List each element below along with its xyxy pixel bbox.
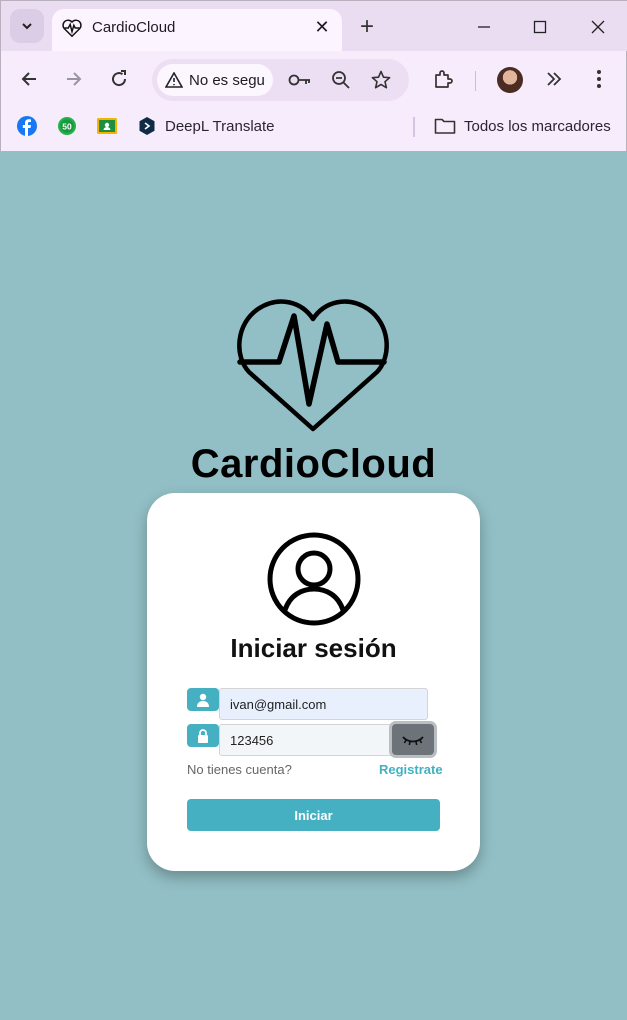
maximize-button[interactable]	[525, 13, 555, 41]
close-icon	[591, 20, 605, 34]
tab-active[interactable]: CardioCloud ✕	[52, 9, 342, 51]
security-chip[interactable]: No es segu	[157, 64, 273, 96]
puzzle-icon	[435, 70, 453, 88]
bookmark-classroom[interactable]	[97, 115, 117, 137]
profile-avatar[interactable]	[497, 67, 523, 93]
bookmark-deepl[interactable]: DeepL Translate	[137, 115, 275, 137]
svg-text:50: 50	[62, 121, 72, 131]
bookmark-facebook[interactable]	[17, 115, 37, 137]
forward-button[interactable]	[58, 63, 90, 95]
bookmarks-separator	[413, 117, 415, 137]
password-key-icon[interactable]	[288, 69, 312, 91]
email-row	[187, 688, 437, 720]
lock-icon	[198, 728, 208, 743]
all-bookmarks-button[interactable]: Todos los marcadores	[434, 115, 611, 137]
heart-pulse-icon	[237, 299, 389, 432]
back-button[interactable]	[13, 63, 45, 95]
login-title: Iniciar sesión	[230, 633, 397, 663]
reload-button[interactable]	[103, 63, 135, 95]
all-bookmarks-label: Todos los marcadores	[464, 117, 611, 135]
tab-search-button[interactable]	[10, 9, 44, 43]
close-tab-icon[interactable]: ✕	[312, 17, 332, 37]
bookmark-50[interactable]: 50	[57, 115, 77, 137]
double-chevron-right-icon	[547, 72, 562, 86]
minimize-button[interactable]	[469, 13, 499, 41]
folder-icon	[434, 118, 456, 134]
bookmark-deepl-label: DeepL Translate	[165, 117, 275, 135]
deepl-icon	[139, 117, 155, 135]
address-bar[interactable]: No es segu	[152, 59, 409, 101]
new-tab-button[interactable]: +	[353, 13, 381, 41]
menu-button[interactable]	[583, 63, 615, 95]
register-link[interactable]: Registrate	[379, 762, 443, 777]
maximize-icon	[533, 20, 547, 34]
reload-icon	[112, 70, 127, 87]
email-addon	[187, 688, 219, 711]
no-account-text: No tienes cuenta?	[187, 762, 292, 777]
kebab-menu-icon	[597, 70, 601, 88]
browser-chrome: CardioCloud ✕ + No es segu 50 DeepL Tran…	[0, 0, 627, 151]
zoom-icon[interactable]	[329, 69, 353, 91]
arrow-right-icon	[67, 72, 82, 86]
login-card: Iniciar sesión No tienes cuenta? Registr…	[147, 493, 480, 871]
email-field[interactable]	[219, 688, 428, 720]
password-addon	[187, 724, 219, 747]
close-window-button[interactable]	[583, 13, 613, 41]
browser-toolbar: No es segu	[1, 51, 627, 107]
heart-pulse-favicon-icon	[62, 19, 82, 38]
brand-name: CardioCloud	[190, 442, 437, 486]
bookmark-star-icon[interactable]	[369, 69, 393, 91]
warning-icon	[165, 72, 183, 88]
tab-title: CardioCloud	[92, 19, 176, 36]
more-tools-button[interactable]	[538, 63, 570, 95]
google-classroom-icon	[97, 118, 117, 134]
toggle-password-button[interactable]	[389, 721, 437, 758]
user-circle-icon	[267, 532, 361, 626]
eye-closed-icon	[402, 735, 424, 745]
extensions-button[interactable]	[427, 63, 459, 95]
bookmarks-bar: 50 DeepL Translate Todos los marcadores	[1, 107, 627, 147]
security-chip-label: No es segu	[189, 71, 265, 89]
toolbar-divider	[475, 71, 476, 91]
login-submit-button[interactable]: Iniciar	[187, 799, 440, 831]
arrow-left-icon	[21, 72, 36, 86]
minimize-icon	[478, 26, 490, 28]
facebook-icon	[17, 116, 37, 136]
tab-strip: CardioCloud ✕ +	[1, 1, 627, 51]
badge-50-icon: 50	[58, 117, 76, 135]
chevron-down-icon	[22, 23, 32, 30]
user-icon	[197, 693, 209, 707]
